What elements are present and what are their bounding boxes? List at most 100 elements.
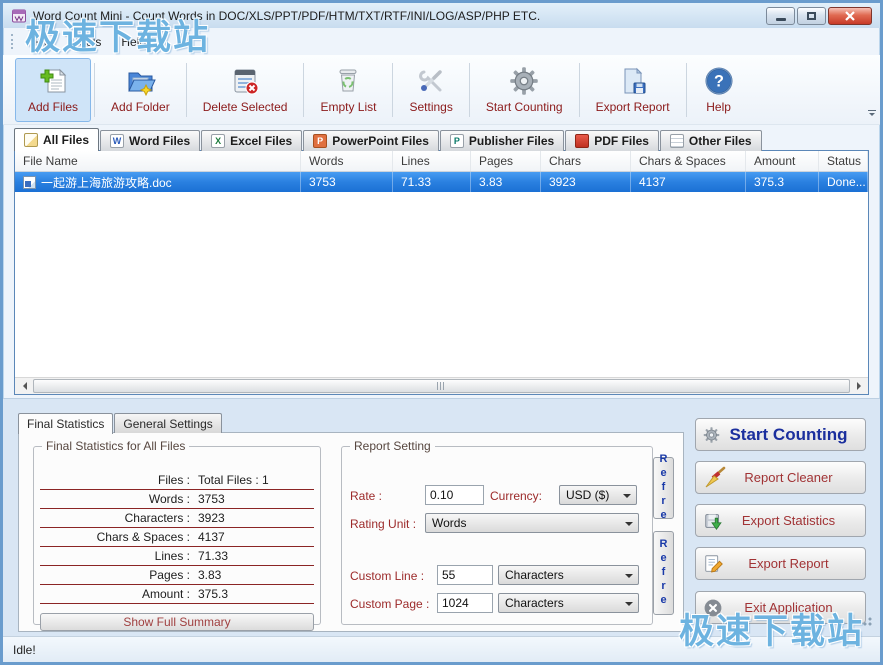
refresh-rate-button[interactable]: Refre — [653, 457, 674, 519]
toolbar-separator — [579, 63, 580, 117]
chevron-down-icon — [625, 602, 633, 610]
scroll-left-button[interactable] — [15, 378, 32, 394]
cell-status: Done... — [819, 172, 868, 192]
close-button[interactable] — [828, 7, 872, 25]
empty-list-label: Empty List — [320, 100, 376, 114]
table-row[interactable]: 一起游上海旅游攻略.doc 3753 71.33 3.83 3923 4137 … — [15, 172, 868, 192]
add-files-button[interactable]: Add Files — [15, 58, 91, 122]
col-status[interactable]: Status — [819, 151, 868, 171]
refresh-custom-button[interactable]: Refre — [653, 531, 674, 615]
close-icon — [844, 11, 856, 21]
tab-final-statistics[interactable]: Final Statistics — [18, 413, 113, 434]
col-chars-spaces[interactable]: Chars & Spaces — [631, 151, 746, 171]
show-full-summary-button[interactable]: Show Full Summary — [40, 613, 314, 631]
powerpoint-file-icon — [313, 134, 327, 148]
settings-button[interactable]: Settings — [396, 58, 465, 122]
col-file-name[interactable]: File Name — [15, 151, 301, 171]
menu-tools[interactable]: Tools — [63, 32, 111, 52]
minimize-button[interactable] — [766, 7, 795, 25]
col-lines[interactable]: Lines — [393, 151, 471, 171]
tab-word-files[interactable]: Word Files — [100, 130, 200, 151]
app-icon — [11, 8, 27, 24]
add-folder-button[interactable]: Add Folder — [98, 58, 183, 122]
settings-icon — [415, 65, 447, 97]
empty-list-button[interactable]: Empty List — [307, 58, 389, 122]
tab-all-files[interactable]: All Files — [14, 128, 99, 151]
action-buttons: Start Counting Report Cleaner Export Sta… — [695, 399, 866, 637]
custom-line-unit-select[interactable]: Characters — [498, 565, 639, 585]
custom-line-input[interactable] — [437, 565, 493, 585]
add-folder-icon — [124, 65, 156, 97]
tab-label: PDF Files — [594, 134, 649, 148]
bottom-tabs: Final Statistics General Settings — [18, 413, 223, 434]
scrollbar-track[interactable] — [32, 378, 851, 394]
exit-application-button[interactable]: Exit Application — [695, 591, 866, 624]
rate-label: Rate : — [350, 489, 382, 503]
delete-selected-label: Delete Selected — [203, 100, 288, 114]
exit-icon — [703, 598, 723, 618]
tab-publisher-files[interactable]: Publisher Files — [440, 130, 564, 151]
export-report-icon — [703, 553, 725, 575]
tab-powerpoint-files[interactable]: PowerPoint Files — [303, 130, 439, 151]
rating-unit-select[interactable]: Words — [425, 513, 639, 533]
tab-excel-files[interactable]: Excel Files — [201, 130, 302, 151]
col-pages[interactable]: Pages — [471, 151, 541, 171]
tab-pdf-files[interactable]: PDF Files — [565, 130, 659, 151]
report-cleaner-button[interactable]: Report Cleaner — [695, 461, 866, 494]
export-statistics-button[interactable]: Export Statistics — [695, 504, 866, 537]
rating-unit-label: Rating Unit : — [350, 517, 416, 531]
help-label: Help — [706, 100, 731, 114]
cell-lines: 71.33 — [393, 172, 471, 192]
report-setting-group: Report Setting Rate : Currency: USD ($) … — [341, 439, 653, 625]
scrollbar-thumb[interactable] — [33, 379, 850, 393]
tab-label: All Files — [43, 133, 89, 147]
export-report-icon — [617, 65, 649, 97]
svg-text:?: ? — [714, 73, 724, 91]
toolbar: Add Files Add Folder Delete Selected Emp… — [3, 55, 880, 125]
resize-grip[interactable] — [862, 616, 872, 626]
rate-input[interactable] — [425, 485, 484, 505]
file-type-tabs: All Files Word Files Excel Files PowerPo… — [14, 128, 763, 151]
cell-chars: 3923 — [541, 172, 631, 192]
app-window: Word Count Mini - Count Words in DOC/XLS… — [0, 0, 883, 665]
start-counting-toolbar-button[interactable]: Start Counting — [473, 58, 576, 122]
status-bar: Idle! — [3, 636, 880, 662]
cell-pages: 3.83 — [471, 172, 541, 192]
scroll-right-button[interactable] — [851, 378, 868, 394]
toolbar-overflow-button[interactable] — [866, 108, 878, 124]
horizontal-scrollbar[interactable] — [15, 377, 868, 394]
statistics-panel: Final Statistics for All Files Files :To… — [18, 432, 684, 632]
col-words[interactable]: Words — [301, 151, 393, 171]
export-report-toolbar-button[interactable]: Export Report — [583, 58, 683, 122]
gear-icon — [703, 426, 720, 443]
stat-row-pages: Pages :3.83 — [40, 566, 314, 585]
custom-page-unit-select[interactable]: Characters — [498, 593, 639, 613]
add-files-label: Add Files — [28, 100, 78, 114]
stat-row-amount: Amount :375.3 — [40, 585, 314, 604]
menu-file[interactable]: File — [24, 32, 63, 52]
tab-other-files[interactable]: Other Files — [660, 130, 762, 151]
col-amount[interactable]: Amount — [746, 151, 819, 171]
doc-file-icon — [23, 176, 36, 189]
delete-selected-icon — [229, 65, 261, 97]
cell-words: 3753 — [301, 172, 393, 192]
tab-general-settings[interactable]: General Settings — [114, 413, 221, 433]
custom-page-input[interactable] — [437, 593, 493, 613]
menu-help[interactable]: Help — [111, 32, 156, 52]
file-table: File Name Words Lines Pages Chars Chars … — [14, 150, 869, 395]
help-button[interactable]: ? Help — [690, 58, 748, 122]
cell-file-name: 一起游上海旅游攻略.doc — [41, 174, 172, 191]
start-counting-button[interactable]: Start Counting — [695, 418, 866, 451]
arrow-left-icon — [19, 382, 27, 390]
gear-icon — [508, 65, 540, 97]
publisher-file-icon — [450, 134, 464, 148]
tab-label: PowerPoint Files — [332, 134, 429, 148]
maximize-button[interactable] — [797, 7, 826, 25]
currency-select[interactable]: USD ($) — [559, 485, 637, 505]
stat-row-words: Words :3753 — [40, 490, 314, 509]
statistics-rows: Files :Total Files : 1 Words :3753 Chara… — [40, 471, 314, 604]
export-report-button[interactable]: Export Report — [695, 547, 866, 580]
stat-row-files: Files :Total Files : 1 — [40, 471, 314, 490]
delete-selected-button[interactable]: Delete Selected — [190, 58, 301, 122]
col-chars[interactable]: Chars — [541, 151, 631, 171]
